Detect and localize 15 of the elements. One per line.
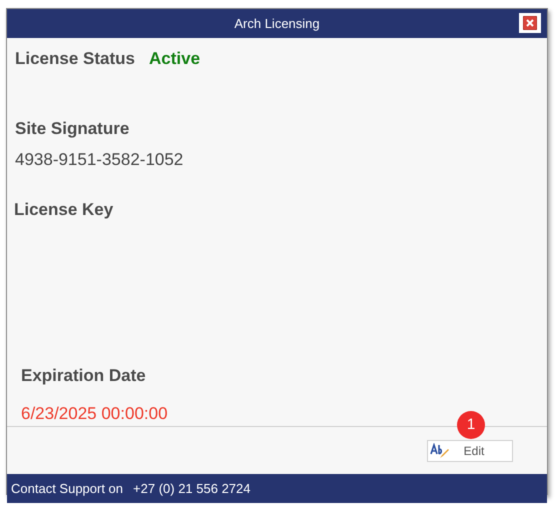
expiration-value: 6/23/2025 00:00:00 <box>21 402 168 424</box>
window-title: Arch Licensing <box>234 14 320 33</box>
spellcheck-pencil-icon <box>430 442 450 458</box>
status-value: Active <box>149 48 200 70</box>
field-label: Site Signature <box>15 118 130 140</box>
close-button[interactable] <box>519 13 541 33</box>
callout-badge: 1 <box>457 411 485 439</box>
field-label: License Status <box>15 48 135 70</box>
field-label: License Key <box>14 198 114 220</box>
edit-button[interactable]: Edit <box>427 440 513 462</box>
support-label: Contact Support on <box>11 480 124 498</box>
field-label: Expiration Date <box>21 365 146 387</box>
close-icon <box>523 16 537 30</box>
support-phone: +27 (0) 21 556 2724 <box>133 480 250 498</box>
field-value: 4938-9151-3582-1052 <box>15 149 184 171</box>
